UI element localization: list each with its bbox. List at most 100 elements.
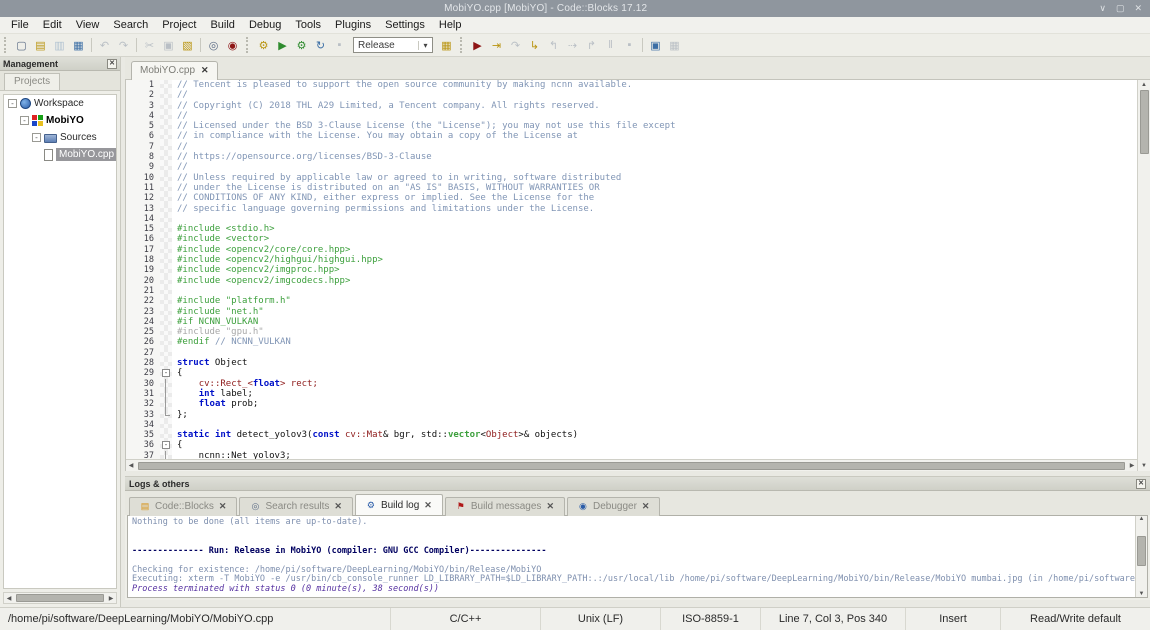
scroll-left-icon[interactable]: ◀	[126, 462, 136, 469]
fold-margin[interactable]	[160, 224, 172, 234]
code-text[interactable]: #include <opencv2/imgcodecs.hpp>	[172, 276, 350, 286]
fold-margin[interactable]	[160, 245, 172, 255]
fold-margin[interactable]	[160, 162, 172, 172]
fold-margin[interactable]	[160, 234, 172, 244]
next-instruction-button[interactable]: ⇢	[563, 36, 582, 54]
fold-margin[interactable]	[160, 358, 172, 368]
cut-button[interactable]: ✂	[140, 36, 159, 54]
menu-build[interactable]: Build	[203, 19, 241, 31]
code-text[interactable]	[172, 348, 182, 358]
fold-margin[interactable]	[160, 90, 172, 100]
code-text[interactable]	[172, 286, 182, 296]
next-line-button[interactable]: ↷	[506, 36, 525, 54]
code-text[interactable]: #include <vector>	[172, 234, 269, 244]
log-tab-build-log[interactable]: ⚙Build log✕	[355, 494, 443, 515]
fold-margin[interactable]	[160, 307, 172, 317]
tree-item-workspace[interactable]: -Workspace	[4, 95, 116, 112]
fold-margin[interactable]	[160, 296, 172, 306]
code-text[interactable]: // Tencent is pleased to support the ope…	[172, 80, 632, 90]
code-text[interactable]	[172, 420, 182, 430]
toolbar-grip[interactable]	[460, 37, 465, 53]
code-text[interactable]: struct Object	[172, 358, 247, 368]
build-button[interactable]: ⚙	[254, 36, 273, 54]
fold-margin[interactable]	[160, 389, 172, 399]
fold-margin[interactable]	[160, 111, 172, 121]
code-text[interactable]: #include "net.h"	[172, 307, 264, 317]
fold-margin[interactable]	[160, 451, 172, 459]
fold-margin[interactable]	[160, 265, 172, 275]
menu-settings[interactable]: Settings	[378, 19, 432, 31]
close-icon[interactable]: ✕	[424, 500, 432, 511]
code-text[interactable]: ncnn::Net yolov3;	[172, 451, 291, 459]
tab-projects[interactable]: Projects	[4, 73, 60, 90]
menu-search[interactable]: Search	[106, 19, 155, 31]
fold-margin[interactable]	[160, 276, 172, 286]
close-icon[interactable]: ✕	[201, 65, 209, 76]
code-text[interactable]: // specific language governing permissio…	[172, 204, 594, 214]
toolbar-grip[interactable]	[246, 37, 251, 53]
code-text[interactable]: #include "gpu.h"	[172, 327, 264, 337]
editor-hscrollbar[interactable]: ◀ ▶	[126, 459, 1137, 471]
code-text[interactable]: //	[172, 162, 188, 172]
code-text[interactable]: // https://opensource.org/licenses/BSD-3…	[172, 152, 432, 162]
code-text[interactable]: #endif // NCNN_VULKAN	[172, 337, 291, 347]
code-text[interactable]: int label;	[172, 389, 253, 399]
close-icon[interactable]: ✕	[334, 501, 342, 512]
code-text[interactable]: #include <opencv2/highgui/highgui.hpp>	[172, 255, 383, 265]
code-text[interactable]: #include <opencv2/core/core.hpp>	[172, 245, 350, 255]
close-icon[interactable]: ✕	[642, 501, 650, 512]
fold-margin[interactable]	[160, 368, 172, 378]
code-text[interactable]: //	[172, 90, 188, 100]
code-text[interactable]: // CONDITIONS OF ANY KIND, either expres…	[172, 193, 594, 203]
copy-button[interactable]: ▣	[159, 36, 178, 54]
fold-margin[interactable]	[160, 173, 172, 183]
tree-item-mobiyo-cpp[interactable]: MobiYO.cpp	[4, 146, 116, 163]
fold-margin[interactable]	[160, 152, 172, 162]
scroll-thumb[interactable]	[1140, 90, 1149, 154]
fold-margin[interactable]	[160, 348, 172, 358]
open-file-button[interactable]: ▤	[31, 36, 50, 54]
log-vscrollbar[interactable]: ▲ ▼	[1135, 516, 1147, 597]
scroll-down-icon[interactable]: ▼	[1139, 461, 1149, 471]
fold-margin[interactable]	[160, 131, 172, 141]
scroll-thumb[interactable]	[1137, 536, 1146, 566]
fold-margin[interactable]	[160, 183, 172, 193]
fold-margin[interactable]	[160, 399, 172, 409]
code-text[interactable]: static int detect_yolov3(const cv::Mat& …	[172, 430, 578, 440]
step-into-button[interactable]: ↳	[525, 36, 544, 54]
code-text[interactable]: // Copyright (C) 2018 THL A29 Limited, a…	[172, 101, 600, 111]
tree-item-mobiyo[interactable]: -MobiYO	[4, 112, 116, 129]
fold-margin[interactable]	[160, 430, 172, 440]
code-text[interactable]: // Unless required by applicable law or …	[172, 173, 621, 183]
fold-margin[interactable]	[160, 255, 172, 265]
fold-margin[interactable]	[160, 101, 172, 111]
scroll-thumb[interactable]	[16, 594, 104, 602]
redo-button[interactable]: ↷	[114, 36, 133, 54]
management-hscrollbar[interactable]: ◀ ▶	[3, 592, 117, 604]
code-text[interactable]: // Licensed under the BSD 3-Clause Licen…	[172, 121, 676, 131]
close-icon[interactable]: ✕	[107, 59, 117, 69]
close-icon[interactable]: ✕	[219, 501, 227, 512]
scroll-thumb[interactable]	[138, 462, 1125, 470]
code-text[interactable]: //	[172, 142, 188, 152]
code-text[interactable]: {	[172, 440, 182, 450]
abort-build-button[interactable]: ▪	[330, 36, 349, 54]
fold-margin[interactable]	[160, 214, 172, 224]
code-text[interactable]: #include <stdio.h>	[172, 224, 275, 234]
log-tab-code-blocks[interactable]: ▤Code::Blocks✕	[129, 497, 237, 516]
scroll-right-icon[interactable]: ▶	[106, 595, 116, 602]
build-and-run-button[interactable]: ⚙	[292, 36, 311, 54]
fold-marker-icon[interactable]	[162, 441, 170, 449]
code-text[interactable]: #include <opencv2/imgproc.hpp>	[172, 265, 340, 275]
code-text[interactable]: // under the License is distributed on a…	[172, 183, 600, 193]
code-text[interactable]: {	[172, 368, 182, 378]
fold-margin[interactable]	[160, 317, 172, 327]
editor-tab-mobiyo[interactable]: MobiYO.cpp ✕	[131, 61, 218, 80]
menu-view[interactable]: View	[69, 19, 107, 31]
scroll-up-icon[interactable]: ▲	[1137, 516, 1147, 522]
undo-button[interactable]: ↶	[95, 36, 114, 54]
scroll-up-icon[interactable]: ▲	[1139, 80, 1149, 90]
find-button[interactable]: ◎	[204, 36, 223, 54]
fold-margin[interactable]	[160, 80, 172, 90]
code-text[interactable]	[172, 214, 182, 224]
